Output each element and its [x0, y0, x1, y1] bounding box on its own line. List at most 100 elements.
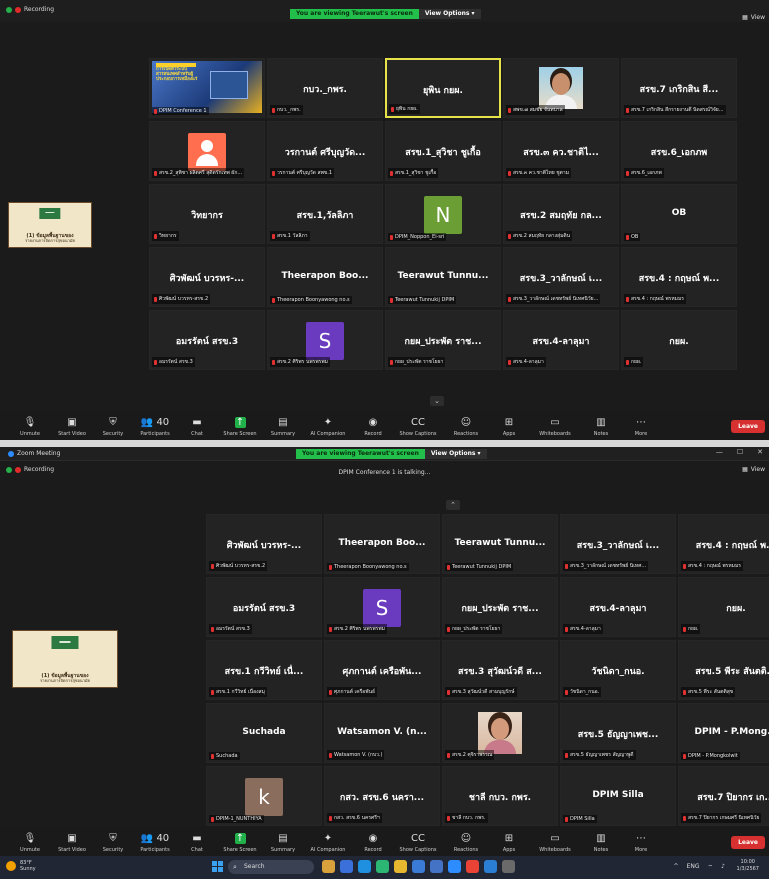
app-icon[interactable] — [430, 860, 443, 873]
participant-tile[interactable]: วรกานต์ ศรีบุญวัด... วรกานต์ ศรีบุญวัด สพ… — [267, 121, 383, 181]
apps-button[interactable]: ⊞ Apps — [491, 417, 527, 440]
summary-button[interactable]: ▤ Summary — [266, 833, 300, 856]
participant-tile[interactable]: S สรข.2 ศิริพร นพรพรพม — [324, 577, 440, 637]
leave-button[interactable]: Leave — [731, 420, 765, 433]
chat-button[interactable]: ▬ Chat — [180, 417, 214, 440]
maximize-icon[interactable]: ☐ — [737, 448, 743, 456]
participant-tile[interactable]: Teerawut Tunnu... Teerawut Tunnukij DPIM — [442, 514, 558, 574]
view-options-button[interactable]: View Options ▾ — [418, 9, 481, 19]
shared-screen-thumbnail[interactable]: (1) ข้อมูลพื้นฐานของ รายงานการจัดการสุขอ… — [8, 202, 92, 248]
start-video-button[interactable]: ▣ Start Video — [53, 833, 91, 856]
app-icon[interactable] — [502, 860, 515, 873]
participant-tile[interactable]: สรข.7 ปิยากร เก... สรข.7 ปิยากร เกษมศรี น… — [678, 766, 769, 826]
participant-tile[interactable]: ยุพิน กยผ. ยุพิน กยผ. — [385, 58, 501, 118]
participant-tile[interactable]: ศุภกานต์ เครือพัน... ศุภกานต์ เครือพันธ์ — [324, 640, 440, 700]
view-button[interactable]: ▦ View — [742, 14, 765, 21]
app-icon[interactable] — [340, 860, 353, 873]
wifi-icon[interactable]: ⌔ — [708, 863, 714, 871]
app-icon[interactable] — [376, 860, 389, 873]
start-video-button[interactable]: ▣ Start Video — [53, 417, 91, 440]
participant-tile[interactable]: กยผ_ประพัต ราช... กยผ_ประพัต ราชโยธา — [442, 577, 558, 637]
participant-tile[interactable]: สรข.4 : กฤษณ์ พ... สรข.4 : กฤษณ์ พรหมมร — [621, 247, 737, 307]
participant-tile[interactable]: N DPIM_Noppon_Ei-sri — [385, 184, 501, 244]
participant-tile[interactable]: สรข.๓ คว.ชาติไ... สรข.๓ คว.ชาติไทย ชูตาม — [503, 121, 619, 181]
volume-icon[interactable]: ♪ — [721, 863, 725, 871]
participants-button[interactable]: 👥 40 Participants — [135, 833, 175, 856]
participant-tile[interactable]: ศิวพัฒน์ บวรหร-... ศิวพัฒน์ บวรหร-สรข.2 — [149, 247, 265, 307]
show-captions-button[interactable]: CC Show Captions — [395, 417, 441, 440]
participant-tile[interactable]: สรข.6_เอกภพ สรข.6_เอกภพ — [621, 121, 737, 181]
participant-tile[interactable]: อมรรัตน์ สรข.3 อมรรัตน์ สรข.3 — [149, 310, 265, 370]
participant-tile[interactable]: Suchada Suchada — [206, 703, 322, 763]
reactions-button[interactable]: ☺ Reactions — [446, 417, 486, 440]
close-icon[interactable]: ✕ — [757, 448, 763, 456]
participant-tile[interactable]: วัชนิดา_กนอ. วัชนิดา_กนอ. — [560, 640, 676, 700]
clock[interactable]: 10:00 1/3/2567 — [737, 859, 759, 873]
whiteboards-button[interactable]: ▭ Whiteboards — [532, 417, 578, 440]
folder-icon[interactable] — [394, 860, 407, 873]
windows-start-button[interactable] — [212, 861, 223, 872]
taskbar-search[interactable]: ⌕ Search — [228, 860, 314, 874]
summary-button[interactable]: ▤ Summary — [266, 417, 300, 440]
participant-tile[interactable]: Teerawut Tunnu... Teerawut Tunnukij DPIM — [385, 247, 501, 307]
show-captions-button[interactable]: CC Show Captions — [395, 833, 441, 856]
participant-tile[interactable]: k DPIM-1_NUNTHIYA — [206, 766, 322, 826]
whiteboards-button[interactable]: ▭ Whiteboards — [532, 833, 578, 856]
participant-tile[interactable]: สรข.2 ศุจิราพรรณ — [442, 703, 558, 763]
participant-tile[interactable]: สรข.3 สุวัฒน์วดี ส... สรข.3 สุวัฒน์วดี สา… — [442, 640, 558, 700]
participant-tile[interactable]: สรข.4-ลาลุมา สรข.4-ลาลุมา — [503, 310, 619, 370]
participant-tile[interactable]: สรข.7 เกริกสิน สี... สรข.7 เกริกสิน สีกรา… — [621, 58, 737, 118]
participant-tile[interactable]: สรข.1 กวีวิทย์ เนื่... สรข.1 กวีวิทย์ เนื… — [206, 640, 322, 700]
participant-tile[interactable]: Theerapon Boo... Theerapon Boonyawong no.… — [324, 514, 440, 574]
apps-button[interactable]: ⊞ Apps — [491, 833, 527, 856]
unmute-button[interactable]: 🎙 Unmute — [12, 417, 48, 440]
share-screen-button[interactable]: ↑ Share Screen — [219, 833, 261, 856]
reactions-button[interactable]: ☺ Reactions — [446, 833, 486, 856]
shared-screen-thumbnail-2[interactable]: (1) ข้อมูลพื้นฐานของ รายงานการจัดการสุขอ… — [12, 630, 118, 688]
participant-tile[interactable]: สรข.4-ลาลุมา สรข.4-ลาลุมา — [560, 577, 676, 637]
unmute-button[interactable]: 🎙 Unmute — [12, 833, 48, 856]
participant-tile[interactable]: ชาลี กบว. กพร. ชาลี กบว. กพร. — [442, 766, 558, 826]
gallery-scroll-up-button[interactable]: ⌃ — [446, 500, 460, 510]
weather-widget[interactable]: 83°F Sunny — [6, 860, 36, 872]
participant-tile[interactable]: OB OB — [621, 184, 737, 244]
ai-companion-button[interactable]: ✦ AI Companion — [305, 417, 351, 440]
chat-button[interactable]: ▬ Chat — [180, 833, 214, 856]
more-button[interactable]: ⋯ More — [624, 417, 658, 440]
participant-tile[interactable]: กยผ_ประพัต ราช... กยผ_ประพัต ราชโยธา — [385, 310, 501, 370]
participant-tile[interactable]: S สรข.2 ศิริพร นพรพรพม — [267, 310, 383, 370]
app-icon[interactable] — [484, 860, 497, 873]
record-button[interactable]: ◉ Record — [356, 417, 390, 440]
participant-tile[interactable]: สรข.4 : กฤษณ์ พ... สรข.4 : กฤษณ์ พรหมมร — [678, 514, 769, 574]
share-screen-button[interactable]: ↑ Share Screen — [219, 417, 261, 440]
participant-tile[interactable]: สรข.5 ธัญญาเพช... สรข.5 ธัญญาเพชร สัญญาพู… — [560, 703, 676, 763]
gallery-scroll-down-button[interactable]: ⌄ — [430, 396, 444, 406]
app-icon[interactable] — [358, 860, 371, 873]
security-button[interactable]: ⛨ Security — [96, 833, 130, 856]
participant-tile[interactable]: สพข.๗ สมชัย จันทบาล — [503, 58, 619, 118]
recording-indicator[interactable]: Recording — [6, 6, 54, 13]
participant-tile[interactable]: สรข.2_สุพิชา ผลิตศรี สุดิตรักเทพ ผัก... — [149, 121, 265, 181]
minimize-icon[interactable]: — — [716, 448, 723, 456]
participant-tile[interactable]: สรข.1_สุวิชา ชูเกื้อ สรข.1_สุวิชา ชูเกื้อ — [385, 121, 501, 181]
participant-tile[interactable]: สรข.3_วาลักษณ์ เ... สรข.3_วาลักษณ์ เดชทรั… — [560, 514, 676, 574]
participants-button[interactable]: 👥 40 Participants — [135, 417, 175, 440]
participant-tile[interactable]: กยผ. กยผ. — [621, 310, 737, 370]
participant-tile[interactable]: Theerapon Boo... Theerapon Boonyawong no.… — [267, 247, 383, 307]
participant-tile[interactable]: สรข.2 สมฤทัย กล... สรข.2 สมฤทัย กลางสุ่มด… — [503, 184, 619, 244]
leave-button[interactable]: Leave — [731, 836, 765, 849]
chevron-up-icon[interactable]: ^ — [674, 863, 679, 871]
participant-tile[interactable]: Watsamon V. (n... Watsamon V. (กบว.) — [324, 703, 440, 763]
notes-button[interactable]: ▥ Notes — [583, 417, 619, 440]
notes-button[interactable]: ▥ Notes — [583, 833, 619, 856]
participant-tile[interactable]: อมรรัตน์ สรข.3 อมรรัตน์ สรข.3 — [206, 577, 322, 637]
participant-tile[interactable]: สรข.5 พีระ สันตติ... สรข.5 พีระ สันตติสุข — [678, 640, 769, 700]
participant-tile[interactable]: กบว._กพร. กบว._กพร. — [267, 58, 383, 118]
participant-tile[interactable]: วิทยากร วิทยากร — [149, 184, 265, 244]
lang-indicator[interactable]: ENG — [687, 863, 700, 871]
more-button[interactable]: ⋯ More — [624, 833, 658, 856]
participant-tile[interactable]: กยผ. กยผ. — [678, 577, 769, 637]
participant-tile[interactable]: สรข.3_วาลักษณ์ เ... สรข.3_วาลักษณ์ เดชทรั… — [503, 247, 619, 307]
view-options-button-2[interactable]: View Options ▾ — [424, 449, 487, 459]
participant-tile[interactable]: การเปิดตัวระบบสารสนเทศสำหรับผู้ประกอบการ… — [149, 58, 265, 118]
